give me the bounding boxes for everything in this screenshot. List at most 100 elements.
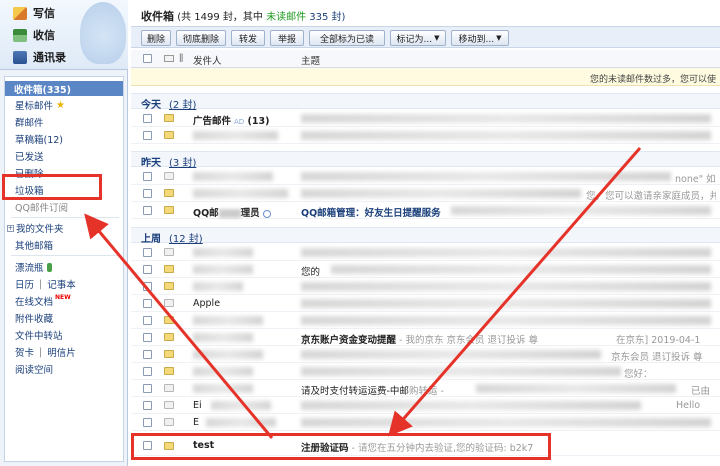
row-checkbox[interactable]: [143, 384, 152, 393]
subject-column[interactable]: 主题: [301, 53, 320, 67]
chevron-down-icon: ▼: [496, 34, 502, 42]
forward-button[interactable]: 转发: [231, 30, 265, 46]
app-cards-postcards: 贺卡 | 明信片: [15, 345, 76, 360]
table-row[interactable]: 您好：: [131, 363, 720, 380]
folder-qq-subscribe[interactable]: QQ邮件订阅: [15, 200, 68, 214]
folder-deleted[interactable]: 已删除: [15, 166, 44, 180]
unread-notice: 您的未读邮件数过多，您可以使: [131, 68, 720, 86]
row-checkbox[interactable]: [143, 441, 152, 450]
table-row[interactable]: [131, 278, 720, 295]
folder-my-folders[interactable]: + 我的文件夹: [7, 221, 64, 235]
table-row-test[interactable]: test 注册验证码 - 请您在五分钟内去验证,您的验证码: b2k7: [131, 436, 720, 456]
calendar-link[interactable]: 日历: [15, 277, 34, 291]
app-calendar-notes: 日历 | 记事本: [15, 277, 76, 292]
blurred-content: [193, 189, 288, 198]
blurred-content: [301, 316, 711, 325]
app-file-transfer[interactable]: 文件中转站: [15, 328, 63, 342]
row-checkbox[interactable]: [143, 282, 152, 291]
row-checkbox[interactable]: [143, 401, 152, 410]
row-checkbox[interactable]: [143, 418, 152, 427]
row-checkbox[interactable]: [143, 131, 152, 140]
notes-link[interactable]: 记事本: [47, 277, 76, 291]
folder-junk[interactable]: 垃圾箱: [15, 183, 44, 197]
folder-starred[interactable]: 星标邮件 ★: [15, 98, 65, 113]
table-row[interactable]: 京东会员 退订投诉 尊: [131, 346, 720, 363]
table-row[interactable]: 您，您可以邀请亲家庭成员，并且可: [131, 185, 720, 202]
unread-link[interactable]: 未读邮件: [266, 12, 306, 23]
row-checkbox[interactable]: [143, 206, 152, 215]
folder-list: 收件箱(335) 星标邮件 ★ 群邮件 草稿箱(12) 已发送 已删除 垃圾箱 Q…: [4, 76, 124, 462]
table-row[interactable]: none" 如: [131, 168, 720, 185]
report-button[interactable]: 举报: [270, 30, 304, 46]
blurred-content: [193, 350, 263, 359]
row-checkbox[interactable]: [143, 350, 152, 359]
table-row[interactable]: Ei Hello: [131, 397, 720, 414]
inbox-download-icon: [13, 28, 27, 42]
table-row[interactable]: [131, 127, 720, 144]
folder-other-mailbox[interactable]: 其他邮箱: [15, 238, 53, 252]
read-envelope-icon: [164, 384, 174, 392]
group-last-week: 上周 (12 封): [131, 227, 720, 245]
app-drift-bottle[interactable]: 漂流瓶: [15, 260, 52, 274]
unread-envelope-icon: [164, 367, 174, 375]
row-checkbox[interactable]: [143, 172, 152, 181]
read-envelope-icon: [164, 299, 174, 307]
blurred-content: [301, 189, 581, 198]
blurred-content: [301, 350, 601, 359]
quick-nav: 写信 收信 通讯录: [0, 0, 128, 70]
row-checkbox[interactable]: [143, 299, 152, 308]
table-row[interactable]: 广告邮件 AD (13): [131, 110, 720, 127]
table-row[interactable]: [131, 312, 720, 329]
divider: [11, 255, 119, 256]
unread-envelope-icon: [164, 350, 174, 358]
receive-button[interactable]: 收信: [13, 27, 55, 43]
perm-delete-button[interactable]: 彻底删除: [176, 30, 226, 46]
delete-button[interactable]: 删除: [141, 30, 171, 46]
folder-inbox[interactable]: 收件箱(335): [5, 81, 123, 96]
folder-group-mail[interactable]: 群邮件: [15, 115, 44, 129]
blurred-content: [301, 418, 711, 427]
table-row[interactable]: 您的: [131, 261, 720, 278]
table-row[interactable]: Apple: [131, 295, 720, 312]
sender-column[interactable]: 发件人: [193, 53, 222, 67]
blurred-content: [211, 401, 271, 410]
mark-as-dropdown[interactable]: 标记为... ▼: [390, 30, 446, 46]
blurred-content: [476, 384, 676, 393]
table-row[interactable]: [131, 244, 720, 261]
table-row[interactable]: E: [131, 414, 720, 431]
blurred-content: [193, 384, 253, 393]
blurred-content: [301, 172, 671, 181]
contacts-button[interactable]: 通讯录: [13, 49, 66, 65]
row-checkbox[interactable]: [143, 265, 152, 274]
blurred-content: [301, 282, 711, 291]
envelope-icon: [164, 55, 174, 62]
inbox-header: 收件箱 (共 1499 封，其中 未读邮件 335 封): [141, 10, 346, 23]
blurred-content: [331, 265, 711, 274]
table-row[interactable]: 请及时支付转运运费-中邮购转运 - 已由: [131, 380, 720, 397]
app-online-docs[interactable]: 在线文档 NEW: [15, 294, 71, 309]
app-attachments[interactable]: 附件收藏: [15, 311, 53, 325]
mark-all-read-button[interactable]: 全部标为已读: [309, 30, 385, 46]
unread-envelope-icon: [164, 316, 174, 324]
table-row[interactable]: QQ邮 理员 QQ邮箱管理：好友生日提醒服务 -: [131, 202, 720, 219]
write-button[interactable]: 写信: [13, 5, 55, 21]
move-to-dropdown[interactable]: 移动到... ▼: [451, 30, 509, 46]
app-reading-space[interactable]: 阅读空间: [15, 362, 53, 376]
page-title: 收件箱: [141, 10, 174, 23]
cards-link[interactable]: 贺卡: [15, 345, 34, 359]
star-icon: ★: [56, 99, 65, 111]
unread-envelope-icon: [164, 265, 174, 273]
folder-sent[interactable]: 已发送: [15, 149, 44, 163]
row-checkbox[interactable]: [143, 114, 152, 123]
row-checkbox[interactable]: [143, 248, 152, 257]
select-all-checkbox[interactable]: [143, 54, 152, 63]
folder-drafts[interactable]: 草稿箱(12): [15, 132, 63, 146]
postcards-link[interactable]: 明信片: [47, 345, 76, 359]
left-sidebar: 写信 收信 通讯录 收件箱(335) 星标邮件 ★ 群邮件 草稿箱(12) 已发送…: [0, 0, 128, 466]
table-row[interactable]: 京东账户资金变动提醒 - 我的京东 京东会员 退订投诉 尊 在京东] 2019-…: [131, 329, 720, 346]
row-checkbox[interactable]: [143, 316, 152, 325]
row-checkbox[interactable]: [143, 367, 152, 376]
row-checkbox[interactable]: [143, 333, 152, 342]
row-checkbox[interactable]: [143, 189, 152, 198]
blurred-content: [301, 299, 711, 308]
